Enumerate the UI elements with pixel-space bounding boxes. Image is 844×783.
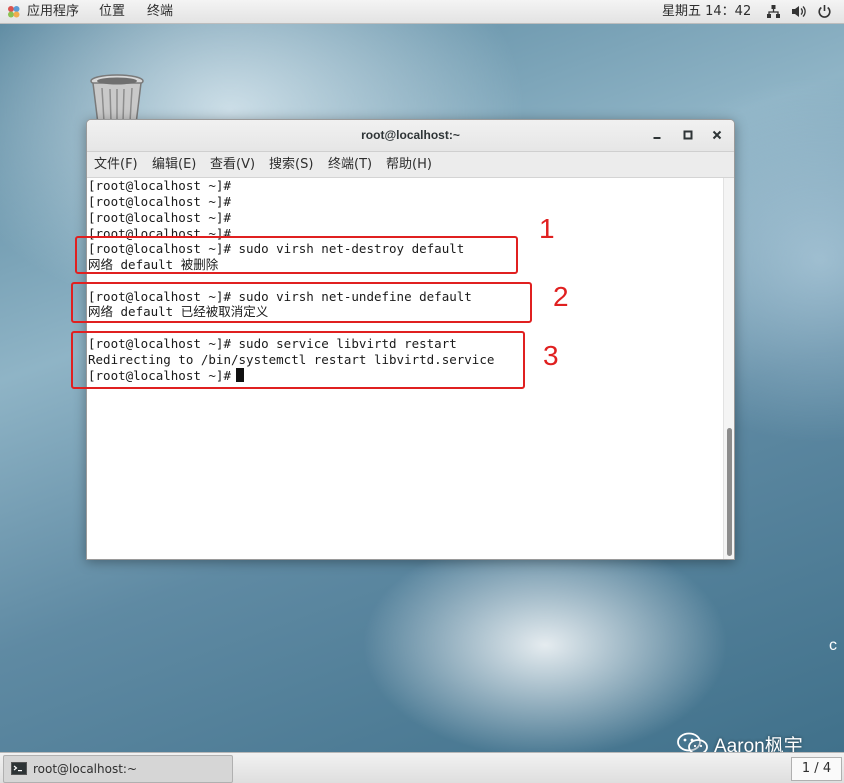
taskbar-item-label: root@localhost:~: [33, 762, 138, 776]
terminal-scrollbar[interactable]: [723, 178, 734, 559]
clock[interactable]: 星期五 14：42: [662, 3, 751, 20]
places-menu[interactable]: 位置: [99, 3, 125, 20]
scrollbar-thumb[interactable]: [727, 428, 732, 556]
menu-bar: 文件(F) 编辑(E) 查看(V) 搜索(S) 终端(T) 帮助(H): [87, 152, 734, 178]
terminal-line: [root@localhost ~]#: [88, 194, 231, 209]
taskbar: root@localhost:~ 1 / 4: [0, 752, 844, 783]
window-title: root@localhost:~: [361, 128, 460, 142]
terminal-app-menu[interactable]: 终端: [147, 3, 173, 20]
applications-menu[interactable]: 应用程序: [27, 3, 79, 20]
menu-terminal[interactable]: 终端(T): [328, 156, 372, 173]
menu-view[interactable]: 查看(V): [210, 156, 255, 173]
maximize-icon[interactable]: [681, 128, 695, 142]
terminal-line: [root@localhost ~]#: [88, 210, 231, 225]
taskbar-item-terminal[interactable]: root@localhost:~: [3, 755, 233, 783]
annotation-box-3: [71, 331, 525, 389]
network-icon[interactable]: [766, 4, 781, 19]
menu-help[interactable]: 帮助(H): [386, 156, 432, 173]
annotation-box-2: [71, 282, 532, 323]
annotation-number-1: 1: [539, 213, 555, 244]
minimize-icon[interactable]: [650, 128, 664, 142]
terminal-icon: [11, 762, 27, 775]
terminal-line: [root@localhost ~]#: [88, 178, 231, 193]
annotation-box-1: [75, 236, 518, 274]
top-panel: 应用程序 位置 终端 星期五 14：42: [0, 0, 844, 24]
power-icon[interactable]: [817, 4, 832, 19]
menu-file[interactable]: 文件(F): [94, 156, 138, 173]
activities-icon[interactable]: [7, 5, 20, 18]
workspace-pager[interactable]: 1 / 4: [791, 757, 842, 781]
volume-icon[interactable]: [791, 4, 806, 19]
menu-edit[interactable]: 编辑(E): [152, 156, 196, 173]
edge-text: c: [829, 637, 837, 654]
trash-icon[interactable]: [89, 72, 145, 124]
annotation-number-2: 2: [553, 281, 569, 312]
window-titlebar[interactable]: root@localhost:~: [87, 120, 734, 152]
annotation-number-3: 3: [543, 340, 559, 371]
menu-search[interactable]: 搜索(S): [269, 156, 313, 173]
close-icon[interactable]: [710, 128, 724, 142]
